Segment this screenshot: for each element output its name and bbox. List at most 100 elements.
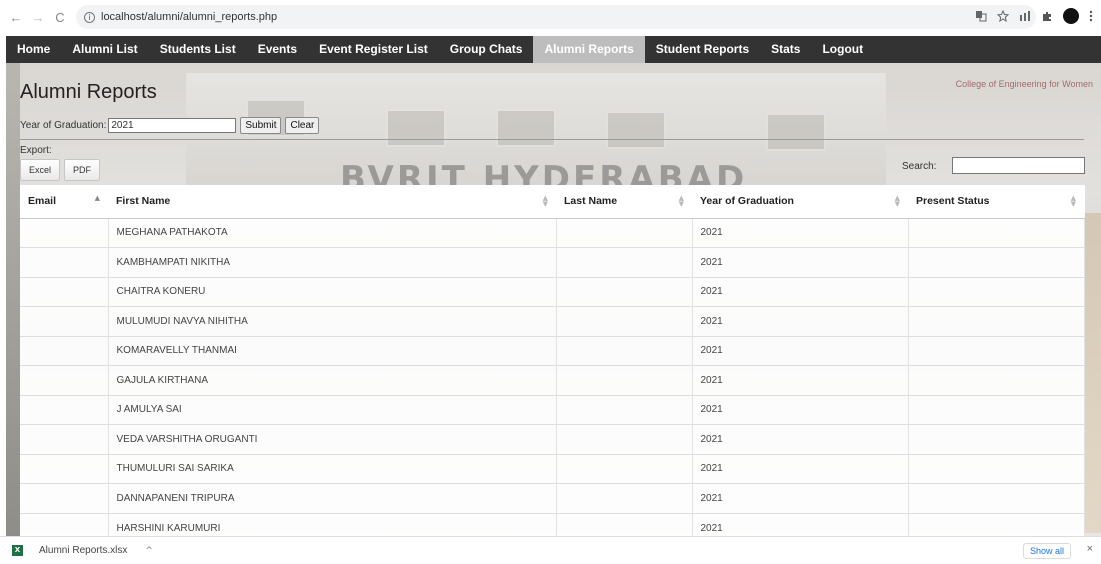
nav-alumni-reports[interactable]: Alumni Reports bbox=[533, 36, 645, 63]
table-row: CHAITRA KONERU 2021 bbox=[20, 276, 1085, 307]
nav-stats[interactable]: Stats bbox=[760, 36, 811, 63]
nav-alumni-list[interactable]: Alumni List bbox=[61, 36, 148, 63]
cell-status bbox=[908, 512, 1085, 536]
table-row: GAJULA KIRTHANA 2021 bbox=[20, 365, 1085, 395]
chevron-up-icon[interactable]: ^ bbox=[145, 546, 153, 556]
column-header-label: Present Status bbox=[916, 195, 990, 208]
cell-status bbox=[908, 365, 1085, 395]
column-header-last-name[interactable]: Last Name ▲ ▼ bbox=[556, 185, 692, 219]
submit-button[interactable]: Submit bbox=[240, 117, 282, 134]
cell-first-name: GAJULA KIRTHANA bbox=[108, 365, 557, 395]
forward-arrow-icon[interactable]: → bbox=[30, 10, 46, 25]
column-header-label: First Name bbox=[116, 195, 171, 208]
cell-last-name bbox=[556, 512, 693, 536]
sort-icon: ▲ ▼ bbox=[1070, 194, 1076, 208]
cell-status bbox=[908, 247, 1085, 277]
export-excel-button[interactable]: Excel bbox=[20, 159, 61, 181]
menu-icon[interactable] bbox=[1089, 10, 1093, 22]
background-photo-edge bbox=[1083, 213, 1101, 533]
cell-first-name: MEGHANA PATHAKOTA bbox=[108, 218, 557, 248]
cell-status bbox=[908, 394, 1085, 425]
search-label: Search: bbox=[902, 161, 937, 172]
alumni-table: Email ▲ First Name ▲ ▼ Last Name ▲ ▼ Year of … bbox=[20, 185, 1085, 536]
sort-icon: ▲ ▼ bbox=[542, 194, 548, 208]
cell-status bbox=[908, 335, 1085, 366]
background-photo-edge bbox=[6, 63, 20, 536]
cell-last-name bbox=[556, 335, 693, 366]
nav-logout[interactable]: Logout bbox=[811, 36, 874, 63]
cell-first-name: CHAITRA KONERU bbox=[108, 276, 557, 307]
column-header-label: Email bbox=[28, 195, 57, 208]
cell-status bbox=[908, 306, 1085, 336]
table-row: VEDA VARSHITHA ORUGANTI 2021 bbox=[20, 424, 1085, 454]
table-header-row: Email ▲ First Name ▲ ▼ Last Name ▲ ▼ Year of … bbox=[20, 185, 1084, 219]
cell-first-name: KOMARAVELLY THANMAI bbox=[108, 335, 557, 366]
table-row: HARSHINI KARUMURI 2021 bbox=[20, 512, 1085, 536]
cell-year: 2021 bbox=[692, 483, 909, 513]
nav-group-chats[interactable]: Group Chats bbox=[439, 36, 534, 63]
cell-first-name: MULUMUDI NAVYA NIHITHA bbox=[108, 306, 557, 336]
info-icon[interactable]: i bbox=[84, 11, 95, 23]
graduation-year-input[interactable]: 2021 bbox=[108, 118, 237, 133]
page-title: Alumni Reports bbox=[20, 81, 157, 103]
cell-last-name bbox=[556, 218, 693, 248]
divider bbox=[20, 139, 1084, 140]
column-header-label: Last Name bbox=[564, 195, 618, 208]
cell-status bbox=[908, 424, 1085, 454]
table-row: J AMULYA SAI 2021 bbox=[20, 394, 1085, 425]
table-row: KAMBHAMPATI NIKITHA 2021 bbox=[20, 247, 1085, 277]
cell-first-name: THUMULURI SAI SARIKA bbox=[108, 453, 557, 484]
media-icon[interactable] bbox=[1019, 10, 1031, 22]
download-file-name[interactable]: Alumni Reports.xlsx bbox=[39, 545, 127, 556]
star-icon[interactable] bbox=[997, 10, 1009, 22]
translate-icon[interactable] bbox=[975, 10, 987, 22]
column-header-email[interactable]: Email ▲ bbox=[20, 185, 108, 219]
cell-year: 2021 bbox=[692, 365, 909, 395]
cell-last-name bbox=[556, 306, 693, 336]
filter-label: Year of Graduation: bbox=[20, 120, 107, 131]
cell-status bbox=[908, 483, 1085, 513]
table-row: KOMARAVELLY THANMAI 2021 bbox=[20, 335, 1085, 366]
reload-icon[interactable]: C bbox=[52, 10, 68, 25]
cell-year: 2021 bbox=[692, 512, 909, 536]
back-arrow-icon[interactable]: ← bbox=[8, 10, 24, 25]
url-text[interactable]: localhost/alumni/alumni_reports.php bbox=[101, 11, 277, 23]
cell-year: 2021 bbox=[692, 394, 909, 425]
cell-email bbox=[20, 512, 109, 536]
cell-status bbox=[908, 453, 1085, 484]
cell-year: 2021 bbox=[692, 276, 909, 307]
table-row: MEGHANA PATHAKOTA 2021 bbox=[20, 218, 1085, 248]
cell-first-name: HARSHINI KARUMURI bbox=[108, 512, 557, 536]
export-pdf-button[interactable]: PDF bbox=[64, 159, 101, 181]
cell-email bbox=[20, 453, 109, 484]
nav-students-list[interactable]: Students List bbox=[149, 36, 247, 63]
cell-status bbox=[908, 276, 1085, 307]
cell-year: 2021 bbox=[692, 335, 909, 366]
toolbar-icons bbox=[975, 8, 1093, 24]
cell-email bbox=[20, 306, 109, 336]
cell-email bbox=[20, 394, 109, 425]
table-row: MULUMUDI NAVYA NIHITHA 2021 bbox=[20, 306, 1085, 336]
nav-events[interactable]: Events bbox=[247, 36, 308, 63]
cell-year: 2021 bbox=[692, 306, 909, 336]
nav-student-reports[interactable]: Student Reports bbox=[645, 36, 760, 63]
profile-icon[interactable] bbox=[1063, 8, 1079, 24]
show-all-button[interactable]: Show all bbox=[1022, 543, 1071, 559]
clear-button[interactable]: Clear bbox=[285, 117, 320, 134]
page-content: College of Engineering for Women BVRIT H… bbox=[6, 63, 1101, 536]
browser-toolbar: ← → C i localhost/alumni/alumni_reports.… bbox=[0, 0, 1101, 34]
nav-home[interactable]: Home bbox=[6, 36, 61, 63]
cell-last-name bbox=[556, 453, 693, 484]
extensions-icon[interactable] bbox=[1041, 10, 1053, 22]
close-icon[interactable]: × bbox=[1087, 543, 1093, 555]
column-header-status[interactable]: Present Status ▲ ▼ bbox=[908, 185, 1084, 219]
cell-year: 2021 bbox=[692, 453, 909, 484]
search-input[interactable] bbox=[952, 157, 1085, 174]
sort-asc-icon: ▲ bbox=[94, 194, 100, 202]
cell-year: 2021 bbox=[692, 247, 909, 277]
column-header-year[interactable]: Year of Graduation ▲ ▼ bbox=[692, 185, 908, 219]
nav-event-register-list[interactable]: Event Register List bbox=[308, 36, 439, 63]
column-header-first-name[interactable]: First Name ▲ ▼ bbox=[108, 185, 556, 219]
excel-file-icon: X bbox=[12, 545, 23, 556]
address-bar[interactable]: i localhost/alumni/alumni_reports.php bbox=[76, 5, 1036, 29]
